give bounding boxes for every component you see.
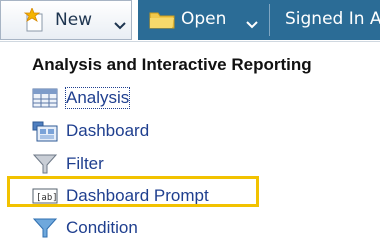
menu-item-condition[interactable]: Condition	[32, 215, 332, 241]
filter-funnel-icon	[32, 154, 58, 174]
chevron-down-icon	[114, 22, 126, 30]
dashboard-icon	[32, 121, 58, 142]
menu-item-analysis[interactable]: Analysis	[32, 85, 332, 111]
section-title: Analysis and Interactive Reporting	[32, 55, 312, 74]
menu-item-label: Condition	[66, 218, 138, 237]
menu-item-label: Dashboard	[66, 121, 150, 140]
open-menu-button[interactable]: Open	[181, 9, 226, 29]
new-menu-label: New	[55, 10, 93, 30]
highlight-box	[7, 176, 259, 207]
menu-item-dashboard[interactable]: Dashboard	[32, 118, 332, 144]
signed-in-menu[interactable]: Signed In A	[285, 9, 380, 29]
top-toolbar: New Open Signed In A	[0, 0, 380, 45]
menu-item-filter[interactable]: Filter	[32, 151, 332, 177]
new-document-icon	[23, 8, 43, 32]
menu-item-label: Analysis	[64, 87, 131, 109]
chevron-down-icon[interactable]	[245, 20, 259, 29]
toolbar-divider-line	[0, 41, 380, 42]
condition-funnel-icon	[32, 218, 58, 238]
new-menu-button[interactable]: New	[0, 0, 132, 40]
folder-icon	[149, 12, 175, 29]
analysis-table-icon	[32, 88, 58, 108]
toolbar-divider	[269, 4, 270, 36]
menu-item-label: Filter	[66, 154, 104, 173]
